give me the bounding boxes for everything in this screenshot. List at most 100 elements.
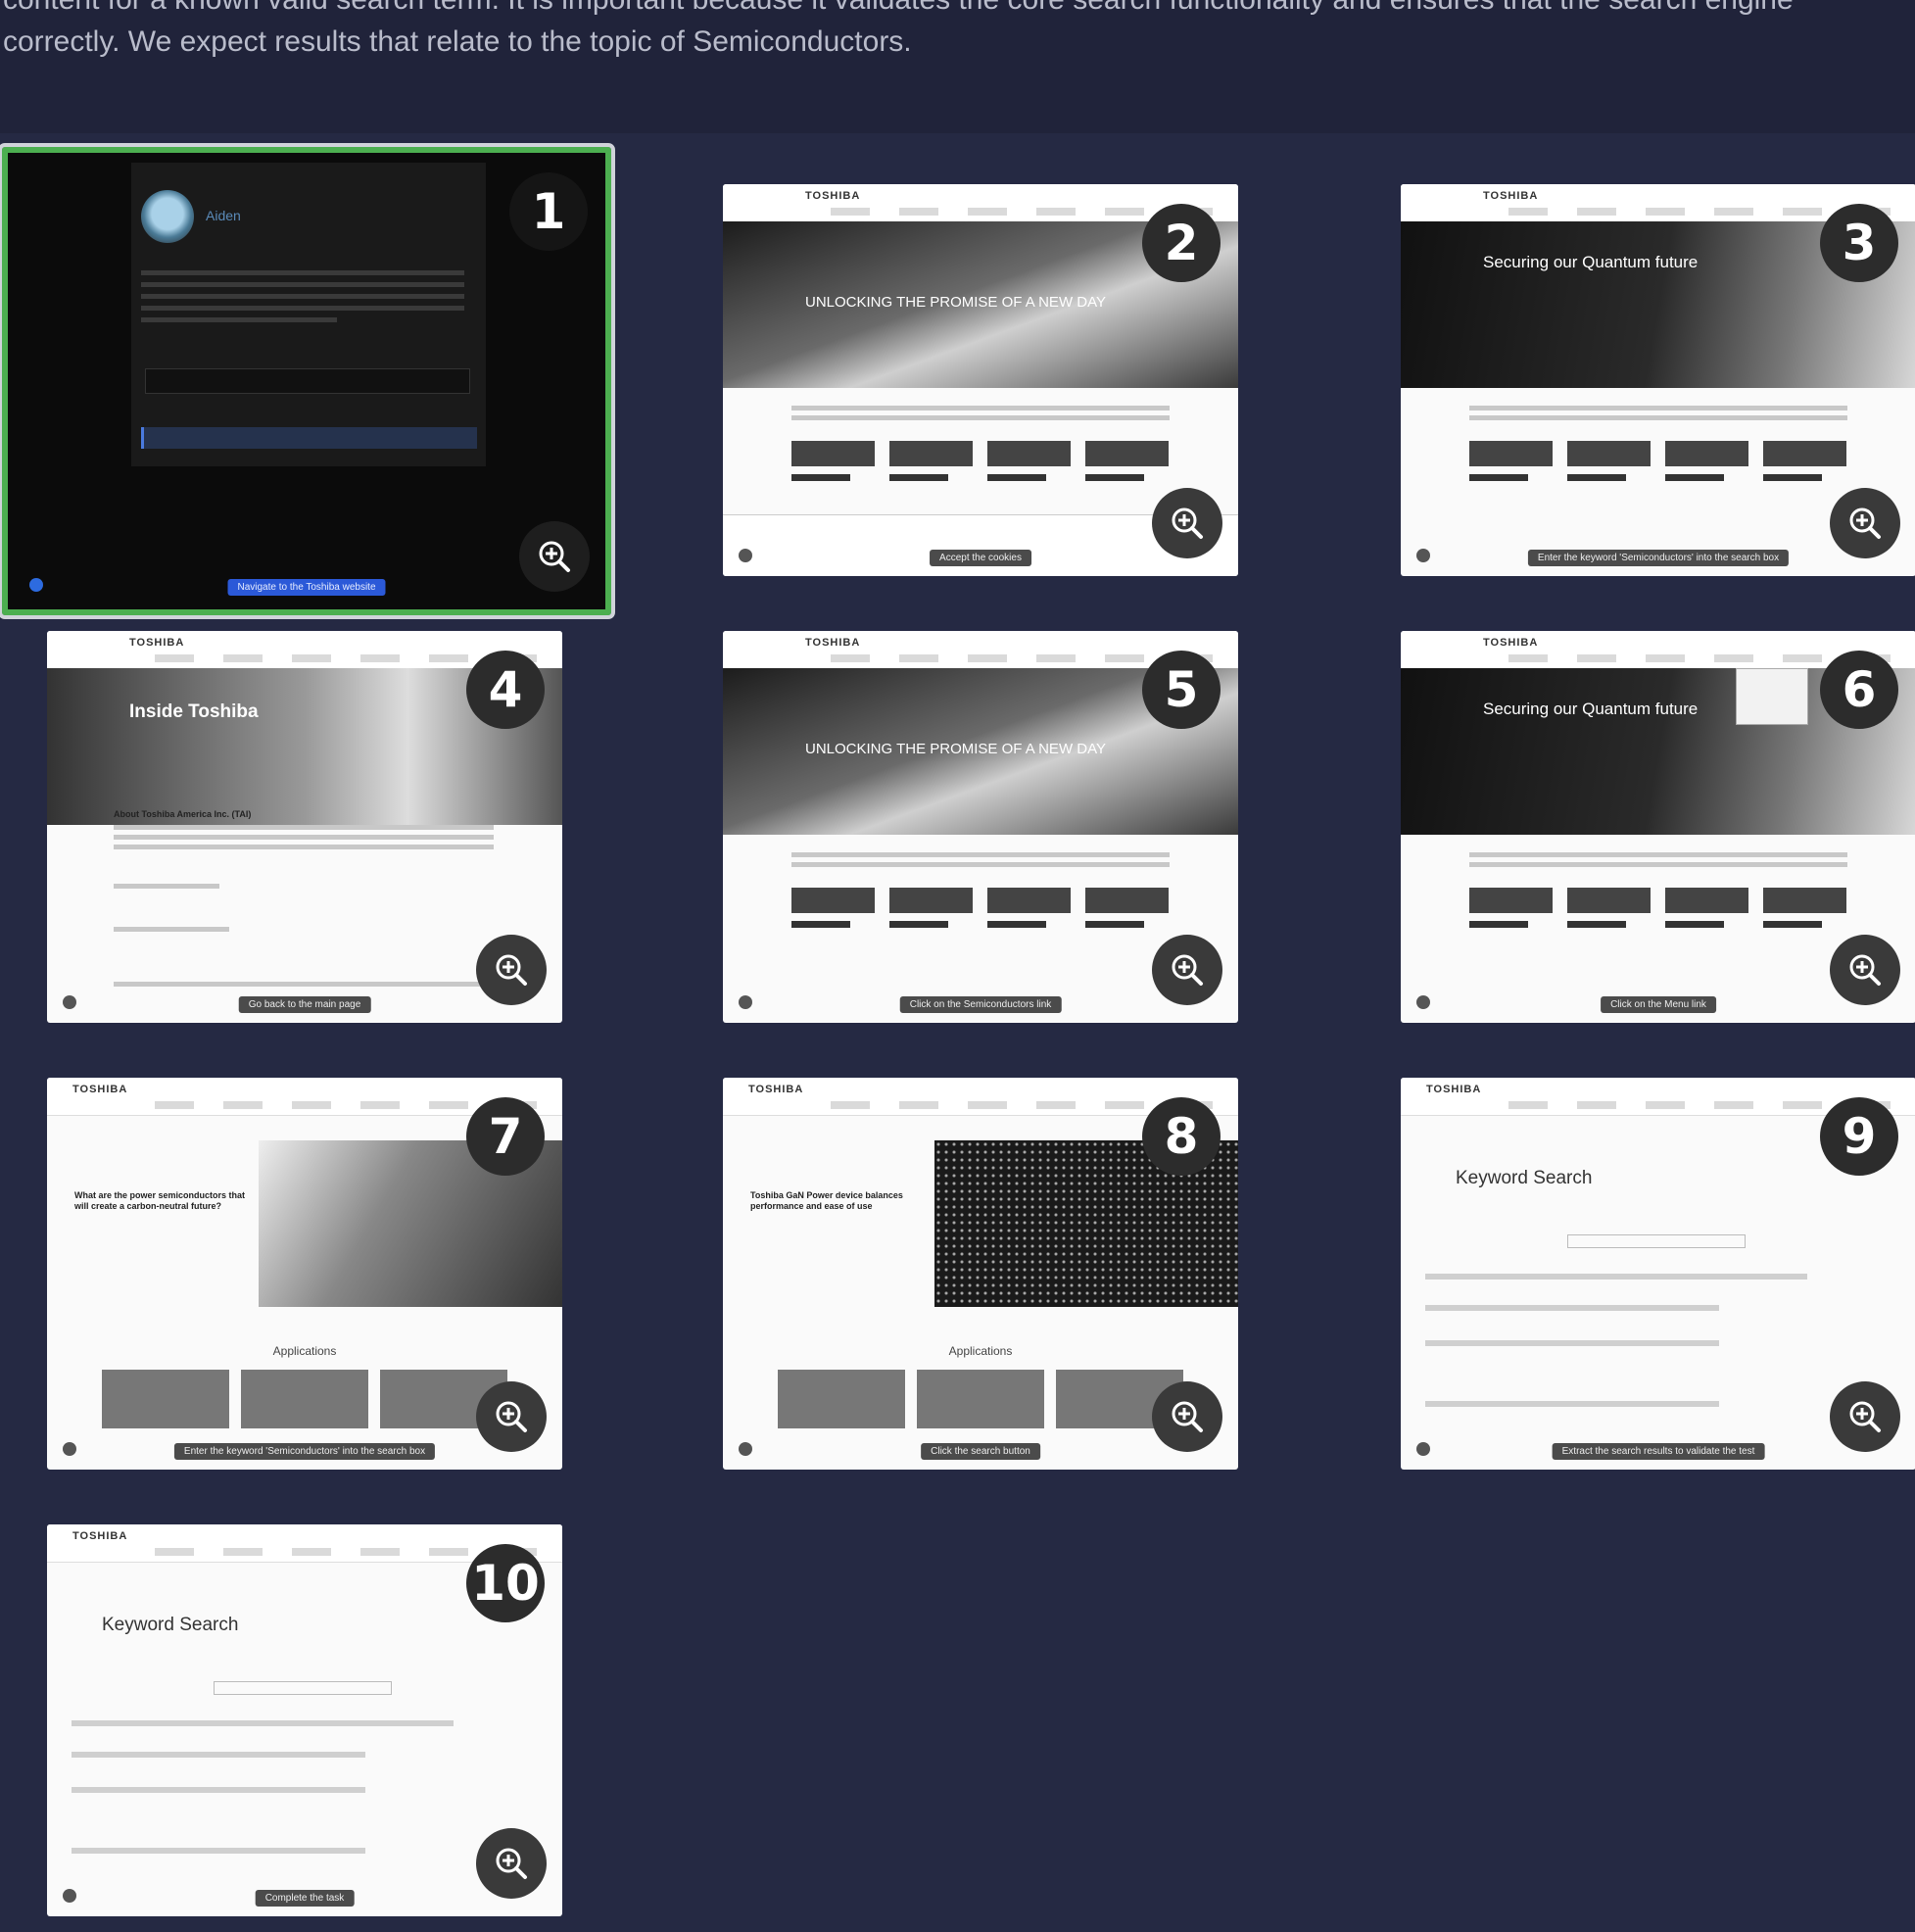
body-text	[1469, 852, 1847, 857]
panel-text-line	[141, 317, 337, 322]
step-number-badge: 4	[466, 651, 545, 729]
feature-card-titles	[1469, 921, 1857, 928]
zoom-in-icon[interactable]	[476, 1828, 547, 1899]
body-text	[114, 845, 494, 849]
feature-cards	[791, 441, 1179, 466]
body-text	[791, 852, 1170, 857]
site-logo: TOSHIBA	[805, 190, 861, 202]
feature-cards	[1469, 888, 1857, 913]
application-images	[778, 1370, 1189, 1428]
zoom-in-icon[interactable]	[519, 521, 590, 592]
body-text	[1469, 415, 1847, 420]
panel-text-line	[141, 294, 464, 299]
body-text	[791, 862, 1170, 867]
info-icon[interactable]	[739, 995, 752, 1009]
feature-cards	[791, 888, 1179, 913]
info-icon[interactable]	[739, 1442, 752, 1456]
hero-title: Securing our Quantum future	[1483, 700, 1699, 718]
body-text	[1469, 862, 1847, 867]
step-thumbnail-1[interactable]: Aiden 1 Navigate to the Toshiba website	[0, 143, 615, 619]
zoom-in-icon[interactable]	[1830, 935, 1900, 1005]
site-logo: TOSHIBA	[1483, 190, 1539, 202]
info-icon[interactable]	[63, 1442, 76, 1456]
info-icon[interactable]	[1416, 549, 1430, 562]
step-number-badge: 10	[466, 1544, 545, 1622]
step-thumbnail-10[interactable]: TOSHIBA Keyword Search 10 Complete the t…	[47, 1524, 562, 1916]
zoom-in-icon[interactable]	[1152, 488, 1222, 558]
step-caption: Enter the keyword 'Semiconductors' into …	[173, 1443, 436, 1460]
body-text	[114, 835, 494, 840]
body-text	[114, 927, 229, 932]
section-title: Toshiba GaN Power device balances perfor…	[750, 1190, 903, 1211]
site-logo: TOSHIBA	[748, 1084, 804, 1095]
step-caption: Click on the Semiconductors link	[899, 996, 1062, 1013]
search-result	[1425, 1340, 1719, 1346]
info-icon[interactable]	[739, 549, 752, 562]
site-logo: TOSHIBA	[1483, 637, 1539, 649]
info-icon[interactable]	[29, 578, 43, 592]
section-title: What are the power semiconductors that w…	[74, 1190, 246, 1211]
feature-cards	[1469, 441, 1857, 466]
feature-card-titles	[791, 921, 1179, 928]
step-thumbnail-9[interactable]: TOSHIBA Keyword Search 9 Extract the sea…	[1401, 1078, 1915, 1470]
application-images	[102, 1370, 513, 1428]
search-input[interactable]	[1567, 1234, 1746, 1248]
zoom-in-icon[interactable]	[1152, 935, 1222, 1005]
step-caption: Navigate to the Toshiba website	[227, 579, 386, 596]
search-result	[72, 1752, 365, 1758]
applications-heading: Applications	[272, 1344, 337, 1358]
search-result	[1425, 1401, 1719, 1407]
panel-text-line	[141, 270, 464, 275]
agent-name: Aiden	[206, 208, 241, 223]
url-field	[145, 368, 470, 394]
step-caption: Go back to the main page	[238, 996, 371, 1013]
step-number-badge: 8	[1142, 1097, 1221, 1176]
step-thumbnail-4[interactable]: TOSHIBA Inside Toshiba About Toshiba Ame…	[47, 631, 562, 1023]
feature-card-titles	[791, 474, 1179, 481]
body-text	[1469, 406, 1847, 411]
step-thumbnail-2[interactable]: TOSHIBA UNLOCKING THE PROMISE OF A NEW D…	[723, 184, 1238, 576]
step-thumbnail-3[interactable]: TOSHIBA Securing our Quantum future 3 En…	[1401, 184, 1915, 576]
hero-title: Inside Toshiba	[129, 701, 259, 722]
site-logo: TOSHIBA	[72, 1084, 128, 1095]
step-thumbnail-6[interactable]: TOSHIBA Securing our Quantum future 6 Cl…	[1401, 631, 1915, 1023]
dropdown-menu[interactable]	[1736, 668, 1808, 725]
search-input[interactable]	[214, 1681, 392, 1695]
page-title: Keyword Search	[102, 1615, 239, 1635]
step-thumbnail-5[interactable]: TOSHIBA UNLOCKING THE PROMISE OF A NEW D…	[723, 631, 1238, 1023]
search-result	[1425, 1305, 1719, 1311]
step-thumbnail-8[interactable]: TOSHIBA Toshiba GaN Power device balance…	[723, 1078, 1238, 1470]
zoom-in-icon[interactable]	[1830, 488, 1900, 558]
avatar	[141, 190, 194, 243]
info-icon[interactable]	[63, 995, 76, 1009]
applications-heading: Applications	[948, 1344, 1013, 1358]
step-caption: Extract the search results to validate t…	[1552, 1443, 1765, 1460]
panel-text-line	[141, 282, 464, 287]
hero-title: UNLOCKING THE PROMISE OF A NEW DAY	[805, 741, 1106, 757]
zoom-in-icon[interactable]	[476, 1381, 547, 1452]
task-description: content for a known valid search term. I…	[0, 0, 1915, 133]
zoom-in-icon[interactable]	[1830, 1381, 1900, 1452]
info-icon[interactable]	[63, 1889, 76, 1903]
step-caption: Enter the keyword 'Semiconductors' into …	[1527, 550, 1790, 566]
page-title: Keyword Search	[1456, 1168, 1593, 1188]
description-line-2: correctly. We expect results that relate…	[3, 25, 912, 58]
body-text	[114, 884, 219, 889]
step-number-badge: 5	[1142, 651, 1221, 729]
body-text	[791, 406, 1170, 411]
search-result	[72, 1720, 454, 1726]
description-line-1: content for a known valid search term. I…	[3, 0, 1913, 22]
body-text	[114, 825, 494, 830]
site-logo: TOSHIBA	[129, 637, 185, 649]
info-icon[interactable]	[1416, 1442, 1430, 1456]
zoom-in-icon[interactable]	[1152, 1381, 1222, 1452]
step-thumbnail-7[interactable]: TOSHIBA What are the power semiconductor…	[47, 1078, 562, 1470]
hero-title: Securing our Quantum future	[1483, 253, 1699, 271]
zoom-in-icon[interactable]	[476, 935, 547, 1005]
info-icon[interactable]	[1416, 995, 1430, 1009]
body-text	[791, 415, 1170, 420]
step-number-badge: 6	[1820, 651, 1898, 729]
step-number-badge: 3	[1820, 204, 1898, 282]
agent-panel: Aiden	[131, 163, 486, 466]
search-result	[1425, 1274, 1807, 1280]
